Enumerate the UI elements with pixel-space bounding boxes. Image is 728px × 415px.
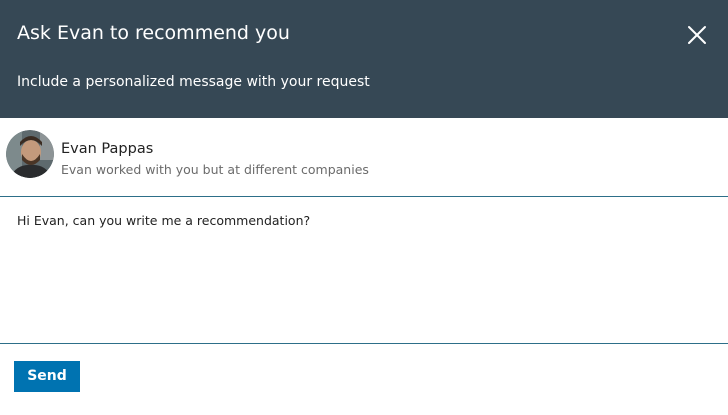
dialog-header: Ask Evan to recommend you Include a pers… <box>0 0 728 118</box>
recipient-relation: Evan worked with you but at different co… <box>61 162 369 177</box>
dialog-title: Ask Evan to recommend you <box>17 22 290 44</box>
dialog-subtitle: Include a personalized message with your… <box>17 74 370 90</box>
send-button[interactable]: Send <box>14 361 80 392</box>
close-button[interactable] <box>684 22 710 48</box>
message-textarea[interactable]: Hi Evan, can you write me a recommendati… <box>0 197 728 343</box>
close-icon <box>688 26 706 44</box>
recipient-card: Evan Pappas Evan worked with you but at … <box>0 118 728 196</box>
avatar-photo-icon <box>6 130 54 178</box>
recommendation-request-dialog: Ask Evan to recommend you Include a pers… <box>0 0 728 415</box>
recipient-name[interactable]: Evan Pappas <box>61 139 153 159</box>
avatar[interactable] <box>6 130 54 178</box>
divider <box>0 343 728 344</box>
